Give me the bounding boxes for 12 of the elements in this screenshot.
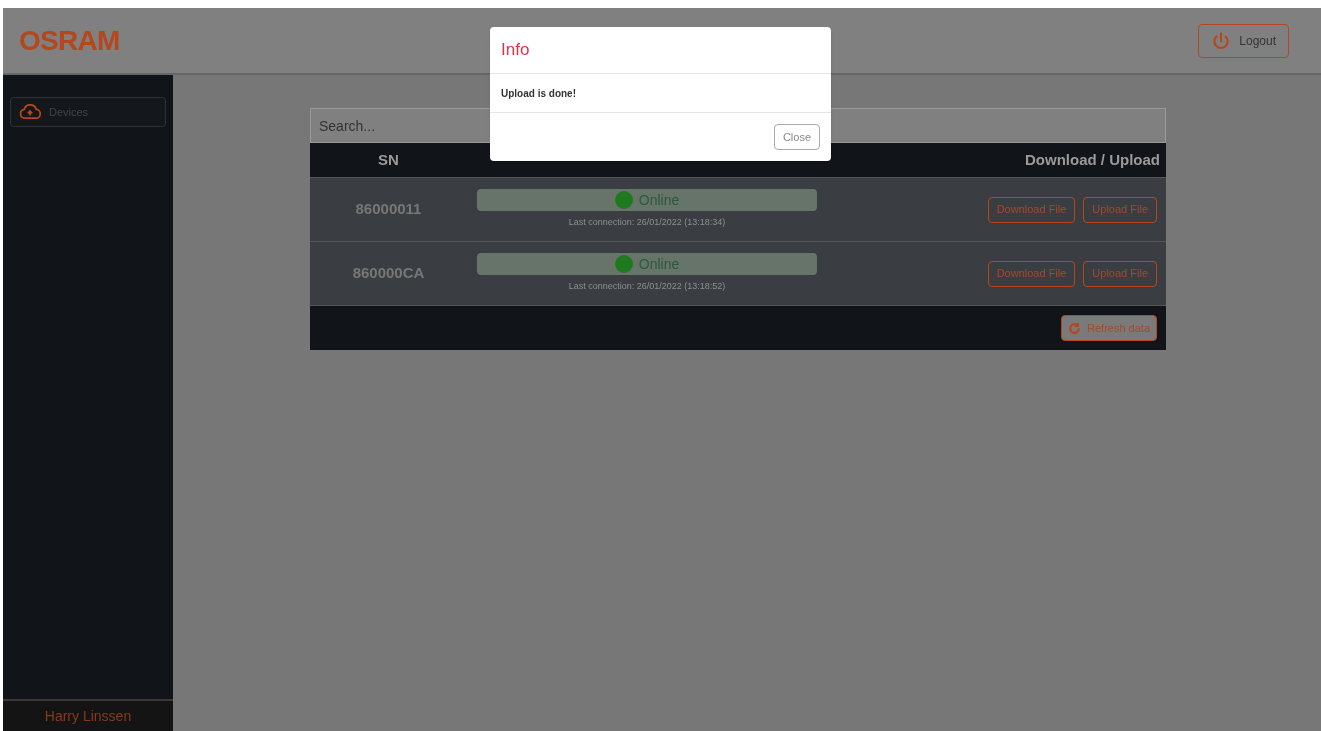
last-connection: Last connection: 26/01/2022 (13:18:34): [568, 216, 726, 230]
dialog-message: Upload is done!: [501, 86, 576, 101]
serial-number: 86000011: [354, 199, 423, 220]
status-text: Online: [638, 254, 680, 274]
last-connection: Last connection: 26/01/2022 (13:18:52): [568, 280, 726, 294]
column-header: Download / Upload: [1025, 149, 1161, 170]
status-text: Online: [638, 190, 680, 210]
dialog-title: Info: [501, 39, 530, 62]
column-header: SN: [377, 149, 400, 170]
user-name: Harry Linssen: [44, 706, 132, 726]
logo: OSRAM: [19, 23, 120, 58]
serial-number: 860000CA: [351, 263, 426, 284]
